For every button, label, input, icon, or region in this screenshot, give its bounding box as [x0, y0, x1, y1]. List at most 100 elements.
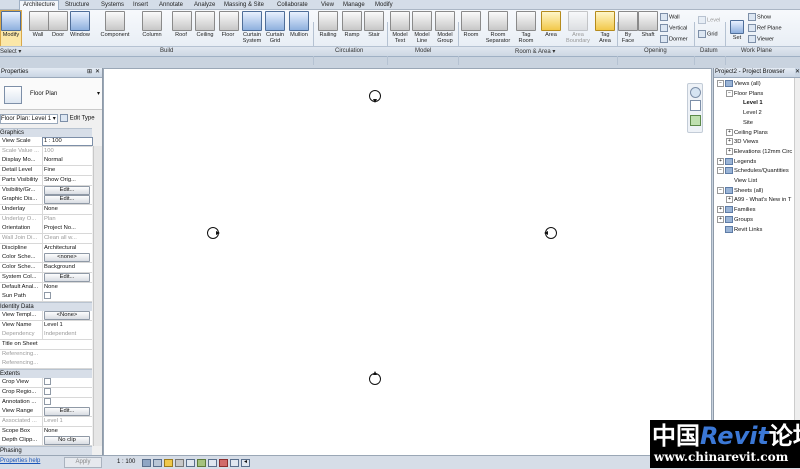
property-row[interactable]: Default Anal... None: [0, 282, 92, 293]
steering-wheel-icon[interactable]: [690, 87, 701, 98]
browser-node[interactable]: + Families: [717, 206, 756, 214]
tab-manage[interactable]: Manage: [340, 1, 368, 9]
crop-view-icon[interactable]: [186, 459, 195, 467]
modify-button[interactable]: Modify: [0, 10, 22, 47]
mullion-button[interactable]: Mullion: [287, 11, 311, 38]
property-value[interactable]: None: [42, 204, 92, 214]
property-button-label[interactable]: <None>: [44, 310, 90, 320]
tag-area-button[interactable]: Tag Area: [594, 11, 616, 44]
dormer-button[interactable]: Dormer: [660, 35, 688, 43]
browser-node[interactable]: − Sheets (all): [717, 186, 763, 195]
property-edit-button[interactable]: <none>: [42, 253, 92, 263]
checkbox[interactable]: [44, 378, 51, 386]
property-value[interactable]: Fine: [42, 166, 92, 176]
column-button[interactable]: Column: [140, 11, 164, 38]
expand-icon[interactable]: +: [726, 128, 733, 136]
apply-button[interactable]: Apply: [64, 457, 102, 468]
property-row[interactable]: Crop View: [0, 378, 92, 389]
property-button-label[interactable]: <none>: [44, 253, 90, 263]
elevation-marker-south[interactable]: [369, 371, 381, 385]
property-row[interactable]: Underlay None: [0, 204, 92, 215]
browser-node[interactable]: − Floor Plans: [726, 89, 763, 98]
property-value[interactable]: Project No...: [42, 224, 92, 234]
show-crop-icon[interactable]: [197, 459, 206, 467]
railing-button[interactable]: Railing: [317, 11, 339, 38]
property-button-label[interactable]: Edit...: [44, 185, 90, 195]
property-value[interactable]: Level 1: [42, 320, 92, 330]
view-selector-dropdown[interactable]: Floor Plan: Level 1 ▾: [0, 114, 58, 124]
property-row[interactable]: System Col... Edit...: [0, 272, 92, 283]
collapse-icon[interactable]: −: [717, 80, 724, 87]
door-button[interactable]: Door: [48, 11, 68, 38]
zoom-icon[interactable]: [690, 100, 701, 111]
roof-button[interactable]: Roof: [172, 11, 192, 38]
property-button-label[interactable]: Edit...: [44, 272, 90, 282]
model-line-button[interactable]: Model Line: [411, 11, 433, 44]
tab-view[interactable]: View: [318, 1, 337, 9]
property-row[interactable]: Display Mo... Normal: [0, 156, 92, 167]
ramp-button[interactable]: Ramp: [342, 11, 362, 38]
property-value[interactable]: Background: [42, 263, 92, 273]
property-row[interactable]: Discipline Architectural: [0, 243, 92, 254]
expand-icon[interactable]: +: [717, 157, 724, 165]
property-checkbox[interactable]: [42, 397, 92, 407]
property-value[interactable]: Architectural: [42, 243, 92, 253]
property-value[interactable]: Normal: [42, 156, 92, 166]
analytical-model-icon[interactable]: [230, 459, 239, 467]
properties-scrollbar[interactable]: [93, 146, 102, 446]
expand-icon[interactable]: +: [726, 147, 733, 155]
tab-insert[interactable]: Insert: [130, 1, 151, 9]
browser-node[interactable]: − Schedules/Quantities: [717, 167, 789, 175]
checkbox[interactable]: [44, 292, 51, 300]
property-edit-button[interactable]: Edit...: [42, 272, 92, 282]
browser-node[interactable]: Level 1: [735, 99, 763, 107]
browser-node[interactable]: + Elevations (12mm Circ: [726, 147, 792, 156]
collapse-icon[interactable]: −: [726, 89, 733, 97]
floor-button[interactable]: Floor: [219, 11, 239, 38]
stair-button[interactable]: Stair: [364, 11, 384, 38]
expand-icon[interactable]: +: [717, 206, 724, 214]
property-button-label[interactable]: Edit...: [44, 407, 90, 417]
expand-icon[interactable]: +: [717, 215, 724, 223]
edit-type-button[interactable]: Edit Type: [60, 114, 100, 122]
opening-vertical-button[interactable]: Vertical: [660, 24, 687, 32]
by-face-button[interactable]: By Face: [618, 11, 638, 44]
checkbox[interactable]: [44, 397, 51, 405]
tag-room-button[interactable]: Tag Room: [515, 11, 537, 44]
tab-annotate[interactable]: Annotate: [156, 1, 186, 9]
room-separator-button[interactable]: Room Separator: [482, 11, 514, 44]
property-edit-button[interactable]: Edit...: [42, 185, 92, 195]
property-edit-button[interactable]: Edit...: [42, 407, 92, 417]
elevation-marker-east[interactable]: [544, 227, 557, 239]
show-workplane-button[interactable]: Show: [748, 13, 771, 21]
property-value[interactable]: Show Orig...: [42, 175, 92, 185]
expand-icon[interactable]: +: [726, 138, 733, 146]
sun-path-icon[interactable]: [164, 459, 173, 467]
property-row[interactable]: Orientation Project No...: [0, 224, 92, 235]
room-button[interactable]: Room: [460, 11, 482, 38]
model-text-button[interactable]: Model Text: [389, 11, 411, 44]
property-row[interactable]: View Name Level 1: [0, 320, 92, 331]
property-button-label[interactable]: No clip: [44, 436, 90, 446]
tab-architecture[interactable]: Architecture: [19, 0, 60, 10]
property-row[interactable]: Parts Visibility Show Orig...: [0, 175, 92, 186]
property-row[interactable]: Sun Path: [0, 292, 92, 303]
property-row[interactable]: Color Sche... Background: [0, 263, 92, 274]
browser-node[interactable]: View List: [726, 177, 757, 185]
property-row[interactable]: Graphic Dis... Edit...: [0, 195, 92, 206]
grid-button[interactable]: Grid: [698, 30, 718, 38]
room-area-panel-label[interactable]: Room & Area ▾: [515, 48, 555, 55]
tab-collaborate[interactable]: Collaborate: [274, 1, 311, 9]
window-button[interactable]: Window: [68, 11, 92, 38]
property-edit-button[interactable]: Edit...: [42, 195, 92, 205]
curtain-grid-button[interactable]: Curtain Grid: [264, 11, 286, 44]
checkbox[interactable]: [44, 387, 51, 395]
wall-button[interactable]: Wall: [29, 11, 49, 38]
property-edit-button[interactable]: No clip: [42, 436, 92, 446]
close-icon[interactable]: ✕: [794, 68, 800, 77]
property-button-label[interactable]: Edit...: [44, 195, 90, 205]
property-row[interactable]: View Templ... <None>: [0, 310, 92, 321]
elevation-marker-west[interactable]: [207, 227, 220, 239]
property-row[interactable]: Annotation ...: [0, 397, 92, 408]
property-input[interactable]: 1 : 100: [42, 137, 93, 146]
